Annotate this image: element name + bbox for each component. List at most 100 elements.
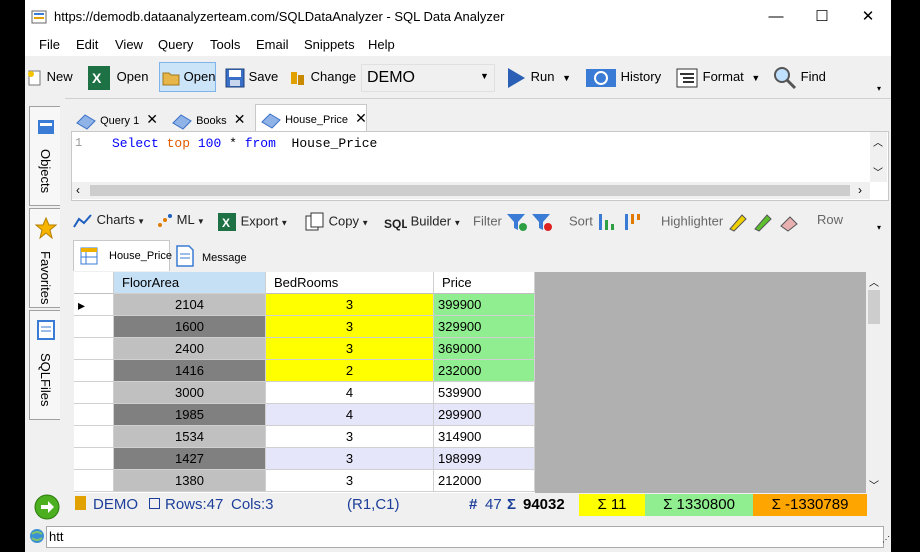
cell-price[interactable]: 539900 [434, 382, 535, 404]
cell-floorarea[interactable]: 1380 [114, 470, 266, 492]
cell-price[interactable]: 314900 [434, 426, 535, 448]
scroll-up-icon[interactable]: ︿ [873, 134, 883, 149]
minimize-button[interactable]: — [753, 0, 799, 34]
menu-view[interactable]: View [115, 37, 143, 52]
column-header-price[interactable]: Price [434, 272, 535, 294]
tab-books[interactable]: Books ✕ [171, 106, 251, 132]
export-button[interactable]: X Export ▼ [217, 212, 288, 232]
cell-bedrooms[interactable]: 4 [266, 382, 434, 404]
tab-house-price[interactable]: House_Price ✕ [255, 104, 367, 133]
open-excel-button[interactable]: X Open [87, 64, 148, 90]
cell-bedrooms[interactable]: 3 [266, 426, 434, 448]
cell-floorarea[interactable]: 1985 [114, 404, 266, 426]
close-icon[interactable]: ✕ [146, 111, 158, 127]
menu-query[interactable]: Query [158, 37, 193, 52]
row-header[interactable] [74, 360, 114, 382]
menu-file[interactable]: File [39, 37, 60, 52]
scroll-down-icon[interactable]: ﹀ [869, 477, 879, 492]
change-db-button[interactable]: Change [289, 64, 356, 90]
format-button[interactable]: Format ▼ [675, 64, 760, 90]
cell-price[interactable]: 399900 [434, 294, 535, 316]
tab-query-1[interactable]: Query 1 ✕ [75, 106, 160, 132]
menu-edit[interactable]: Edit [76, 37, 98, 52]
dock-tab-sqlfiles[interactable]: SQLFiles [29, 310, 60, 420]
charts-button[interactable]: Charts ▼ [73, 212, 145, 229]
filter-button[interactable]: Filter [473, 212, 553, 232]
highlighter-button[interactable]: Highlighter [661, 212, 800, 232]
cell-floorarea[interactable]: 2104 [114, 294, 266, 316]
editor-horizontal-scrollbar[interactable]: ‹ › [72, 182, 870, 199]
cell-price[interactable]: 299900 [434, 404, 535, 426]
row-header[interactable] [74, 470, 114, 492]
scroll-right-icon[interactable]: › [858, 183, 862, 197]
url-input[interactable]: htt [46, 526, 884, 548]
row-button[interactable]: Row [817, 212, 843, 227]
cell-price[interactable]: 369000 [434, 338, 535, 360]
new-button[interactable]: New [27, 64, 73, 90]
cell-floorarea[interactable]: 3000 [114, 382, 266, 404]
tab-result-house-price[interactable]: House_Price [73, 240, 172, 271]
grid-vertical-scrollbar[interactable]: ︿ ﹀ [866, 272, 882, 493]
row-header[interactable] [74, 448, 114, 470]
ml-button[interactable]: ML ▼ [157, 212, 205, 229]
editor-vertical-scrollbar[interactable]: ︿ ﹀ [870, 132, 887, 182]
cell-price[interactable]: 329900 [434, 316, 535, 338]
cell-bedrooms[interactable]: 3 [266, 294, 434, 316]
grid-scroll-thumb[interactable] [868, 290, 880, 324]
history-button[interactable]: History [585, 64, 661, 90]
close-button[interactable]: ✕ [845, 0, 891, 34]
scroll-thumb[interactable] [90, 185, 850, 196]
dock-tab-objects[interactable]: Objects [29, 106, 60, 206]
row-header[interactable]: ▸ [74, 294, 114, 316]
find-button[interactable]: Find [773, 64, 826, 90]
cell-floorarea[interactable]: 1427 [114, 448, 266, 470]
run-button[interactable]: Run ▼ [505, 64, 571, 90]
open-button[interactable]: Open [159, 62, 216, 92]
toolbar-overflow-icon[interactable]: ▾ [877, 84, 887, 94]
format-dropdown-icon[interactable]: ▼ [751, 73, 760, 83]
row-header[interactable] [74, 426, 114, 448]
cell-price[interactable]: 232000 [434, 360, 535, 382]
menu-tools[interactable]: Tools [210, 37, 240, 52]
scroll-left-icon[interactable]: ‹ [76, 183, 80, 197]
cell-bedrooms[interactable]: 4 [266, 404, 434, 426]
column-header-floorarea[interactable]: FloorArea [114, 272, 266, 294]
sort-button[interactable]: Sort [569, 212, 644, 232]
database-select[interactable]: DEMO ▼ [361, 64, 495, 92]
row-header[interactable] [74, 316, 114, 338]
cell-floorarea[interactable]: 1534 [114, 426, 266, 448]
copy-button[interactable]: Copy ▼ [305, 212, 369, 232]
cell-bedrooms[interactable]: 2 [266, 360, 434, 382]
cell-bedrooms[interactable]: 3 [266, 338, 434, 360]
row-header[interactable] [74, 382, 114, 404]
maximize-button[interactable]: ☐ [799, 0, 845, 34]
sql-editor[interactable]: 1 Select top 100 * from House_Price ︿ ﹀ … [71, 131, 889, 201]
cell-floorarea[interactable]: 1600 [114, 316, 266, 338]
row-header[interactable] [74, 404, 114, 426]
builder-button[interactable]: SQL Builder ▼ [383, 212, 461, 232]
menu-snippets[interactable]: Snippets [304, 37, 355, 52]
go-arrow-icon[interactable] [34, 494, 60, 520]
run-dropdown-icon[interactable]: ▼ [562, 73, 571, 83]
cell-bedrooms[interactable]: 3 [266, 470, 434, 492]
menu-email[interactable]: Email [256, 37, 289, 52]
cell-bedrooms[interactable]: 3 [266, 448, 434, 470]
scroll-up-icon[interactable]: ︿ [869, 274, 879, 289]
save-button[interactable]: Save [225, 64, 278, 90]
cell-price[interactable]: 198999 [434, 448, 535, 470]
close-icon[interactable]: ✕ [234, 111, 246, 127]
result-toolbar-overflow-icon[interactable]: ▾ [877, 223, 881, 232]
scroll-down-icon[interactable]: ﹀ [873, 164, 883, 179]
cell-floorarea[interactable]: 2400 [114, 338, 266, 360]
filter-add-icon [506, 214, 527, 231]
dock-tab-favorites[interactable]: Favorites [29, 208, 60, 308]
cell-bedrooms[interactable]: 3 [266, 316, 434, 338]
row-header[interactable] [74, 338, 114, 360]
tab-message[interactable]: Message [173, 242, 247, 270]
column-header-bedrooms[interactable]: BedRooms [266, 272, 434, 294]
menu-help[interactable]: Help [368, 37, 395, 52]
cell-floorarea[interactable]: 1416 [114, 360, 266, 382]
close-icon[interactable]: ✕ [355, 110, 367, 126]
cell-price[interactable]: 212000 [434, 470, 535, 492]
filter-remove-icon [532, 214, 553, 231]
